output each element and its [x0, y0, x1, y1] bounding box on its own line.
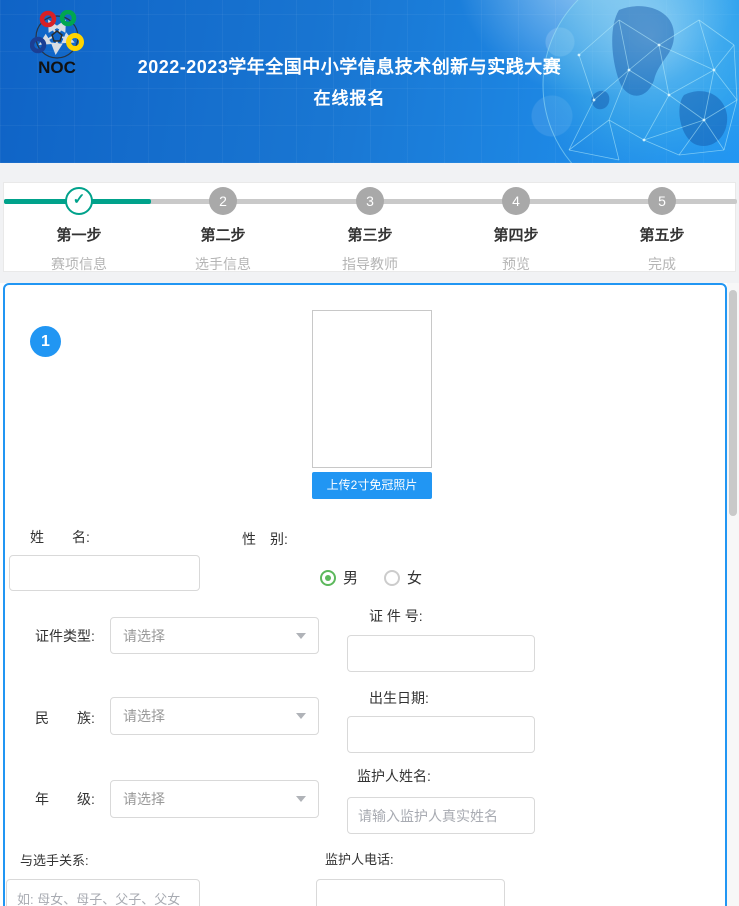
- gender-option-female[interactable]: 女: [384, 567, 422, 588]
- stepper: ✓ 第一步 赛项信息 2 第二步 选手信息 3 第三步 指导教师 4 第四步 预…: [3, 182, 736, 272]
- ethnicity-placeholder: 请选择: [123, 706, 296, 726]
- gender-option-male[interactable]: 男: [320, 567, 358, 588]
- chevron-down-icon: [296, 796, 306, 802]
- globe-graphic: [469, 0, 739, 163]
- page-subtitle: 在线报名: [0, 84, 699, 109]
- chevron-down-icon: [296, 633, 306, 639]
- section-number-badge: 1: [30, 326, 61, 357]
- ethnicity-select[interactable]: 请选择: [110, 697, 319, 735]
- step-3-number: 3: [356, 187, 384, 215]
- stepper-step-2[interactable]: 2 第二步 选手信息: [163, 187, 283, 274]
- step-3-title: 第三步: [310, 224, 430, 245]
- grade-label: 年 级:: [35, 791, 95, 807]
- radio-selected-icon[interactable]: [320, 570, 336, 586]
- grade-placeholder: 请选择: [123, 789, 296, 809]
- id-type-select[interactable]: 请选择: [110, 617, 319, 654]
- step-1-subtitle: 赛项信息: [19, 254, 139, 274]
- stepper-step-5[interactable]: 5 第五步 完成: [602, 187, 722, 274]
- step-5-number: 5: [648, 187, 676, 215]
- guardian-name-label: 监护人姓名:: [357, 768, 431, 784]
- radio-unselected-icon[interactable]: [384, 570, 400, 586]
- gender-label: 性 别:: [242, 531, 288, 547]
- stepper-step-1[interactable]: ✓ 第一步 赛项信息: [19, 187, 139, 274]
- gender-male-label: 男: [343, 567, 358, 588]
- guardian-phone-input[interactable]: [316, 879, 505, 906]
- step-2-number: 2: [209, 187, 237, 215]
- step-2-title: 第二步: [163, 224, 283, 245]
- page-header: NOC 2022-2023学年全国中小学信息技术创新与实践大赛 在线报名: [0, 0, 739, 163]
- id-type-placeholder: 请选择: [123, 626, 296, 646]
- name-input[interactable]: [9, 555, 200, 591]
- step-1-title: 第一步: [19, 224, 139, 245]
- page-title: 2022-2023学年全国中小学信息技术创新与实践大赛: [0, 53, 699, 79]
- id-type-label: 证件类型:: [35, 628, 95, 644]
- birth-date-input[interactable]: [347, 716, 535, 753]
- relation-input[interactable]: [6, 879, 200, 906]
- step-5-title: 第五步: [602, 224, 722, 245]
- name-label: 姓 名:: [30, 529, 90, 545]
- registration-page: NOC 2022-2023学年全国中小学信息技术创新与实践大赛 在线报名 ✓ 第…: [0, 0, 739, 906]
- relation-label: 与选手关系:: [20, 853, 89, 869]
- step-4-title: 第四步: [456, 224, 576, 245]
- upload-photo-button[interactable]: 上传2寸免冠照片: [312, 472, 432, 499]
- stepper-step-4[interactable]: 4 第四步 预览: [456, 187, 576, 274]
- ethnicity-label: 民 族:: [35, 710, 95, 726]
- photo-upload-area[interactable]: [312, 310, 432, 468]
- step-1-check-icon: ✓: [65, 187, 93, 215]
- scrollbar-thumb[interactable]: [729, 290, 737, 516]
- step-5-subtitle: 完成: [602, 254, 722, 274]
- gender-radio-group: 男 女: [320, 567, 422, 588]
- step-2-subtitle: 选手信息: [163, 254, 283, 274]
- id-number-input[interactable]: [347, 635, 535, 672]
- step-4-number: 4: [502, 187, 530, 215]
- guardian-phone-label: 监护人电话:: [325, 852, 394, 868]
- step-4-subtitle: 预览: [456, 254, 576, 274]
- gender-female-label: 女: [407, 567, 422, 588]
- chevron-down-icon: [296, 713, 306, 719]
- grade-select[interactable]: 请选择: [110, 780, 319, 818]
- id-number-label: 证 件 号:: [369, 608, 423, 624]
- player-info-form: 1 上传2寸免冠照片 姓 名: 性 别: 男 女 证件类型: 请选择 证 件 号…: [3, 283, 727, 906]
- step-3-subtitle: 指导教师: [310, 254, 430, 274]
- stepper-step-3[interactable]: 3 第三步 指导教师: [310, 187, 430, 274]
- birth-date-label: 出生日期:: [369, 690, 429, 706]
- guardian-name-input[interactable]: [347, 797, 535, 834]
